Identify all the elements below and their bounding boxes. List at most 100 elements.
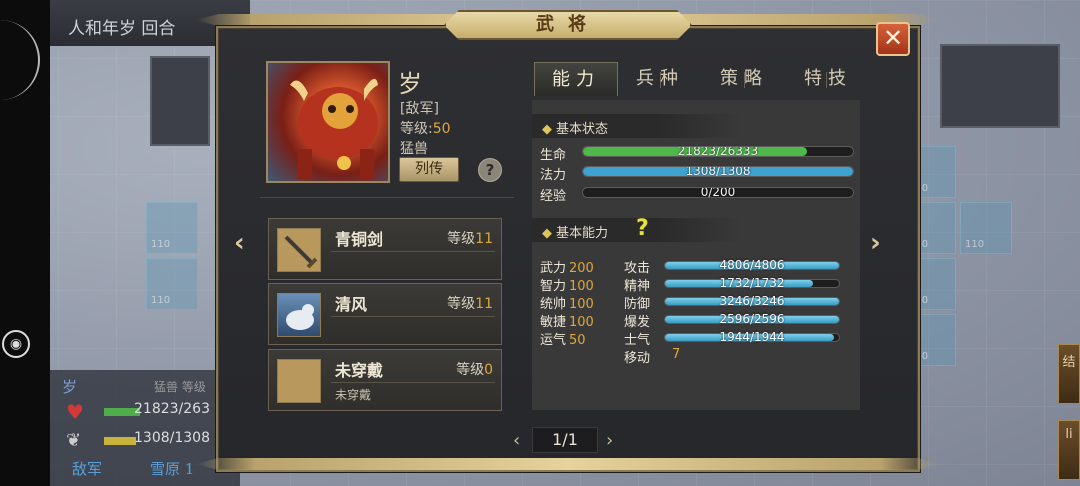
ability-help-icon[interactable]: ? <box>636 216 649 241</box>
equipment-slot[interactable]: 清风 等级11 <box>268 283 502 345</box>
general-faction: [敌军] <box>400 101 439 117</box>
equipment-level-label: 等级 <box>447 231 476 247</box>
general-level-value: 50 <box>432 121 451 137</box>
page-indicator: 1/1 <box>532 427 598 453</box>
attribute-value: 50 <box>569 333 586 348</box>
empty-slot-icon <box>277 359 321 403</box>
tab-bar: 能力 兵种 策略 特技 <box>534 62 860 96</box>
stat-bar-text: 1944/1944 <box>719 330 785 344</box>
equipment-slot[interactable]: 青铜剑 等级11 <box>268 218 502 280</box>
unit-terrain: 雪原 1 <box>150 460 195 478</box>
tab-skills[interactable]: 特技 <box>786 62 870 96</box>
equipment-name: 清风 <box>335 295 368 314</box>
dialog-title: 武将 <box>444 10 692 40</box>
basic-ability-title: 基本能力 <box>556 226 609 241</box>
screen-edge: ◉ <box>0 0 50 486</box>
bronze-sword-icon <box>277 228 321 272</box>
attribute-value: 100 <box>569 297 594 312</box>
diamond-icon: ◆ <box>542 122 552 137</box>
status-bar: 1308/1308 <box>582 166 854 177</box>
attribute-label: 智力 <box>540 279 567 294</box>
tab-ability[interactable]: 能力 <box>534 62 618 96</box>
equipment-level: 等级11 <box>447 293 493 313</box>
general-name: 岁 <box>398 70 422 98</box>
menu-button[interactable]: li <box>1058 420 1080 480</box>
stat-label: 士气 <box>624 333 651 348</box>
dialog-bottom-ornament <box>196 458 940 470</box>
attribute: 武力 200 <box>540 257 594 276</box>
tab-strategy[interactable]: 策略 <box>702 62 786 96</box>
general-dialog: 武将 ✕ ‹ › 岁 [敌军] 等级:50 猛兽 列传 ? 青铜剑 等级11 清风等… <box>196 10 940 472</box>
attribute-value: 100 <box>569 315 594 330</box>
general-level: 等级:50 <box>400 118 451 138</box>
status-label: 经验 <box>540 189 567 204</box>
unit-camp: 敌军 <box>72 460 103 478</box>
close-x-icon: ✕ <box>882 24 904 52</box>
fortress <box>940 44 1060 128</box>
end-turn-button[interactable]: 结 <box>1058 344 1080 404</box>
attribute: 敏捷 100 <box>540 311 594 330</box>
equipment-level: 等级11 <box>447 228 493 248</box>
camera-icon: ◉ <box>2 330 30 358</box>
attribute-value: 200 <box>569 261 594 276</box>
screen-curve <box>0 20 40 100</box>
biography-button[interactable]: 列传 <box>399 157 459 182</box>
pager-next-icon[interactable]: › <box>606 430 613 451</box>
equipment-slot[interactable]: 未穿戴 等级0 未穿戴 <box>268 349 502 411</box>
divider <box>260 197 514 198</box>
status-label: 法力 <box>540 168 567 183</box>
stat-bar: 1732/1732 <box>664 276 840 290</box>
help-button[interactable]: ? <box>478 158 502 182</box>
status-bar-text: 1308/1308 <box>685 166 751 177</box>
attribute-label: 统帅 <box>540 297 567 312</box>
stat-bar-text: 3246/3246 <box>719 294 785 308</box>
equipment-level-value: 11 <box>475 296 493 312</box>
attribute: 统帅 100 <box>540 293 594 312</box>
close-button[interactable]: ✕ <box>876 22 910 56</box>
attribute-label: 武力 <box>540 261 567 276</box>
stat-label: 防御 <box>624 297 651 312</box>
status-bar: 21823/26333 <box>582 146 854 157</box>
next-general-arrow-icon[interactable]: › <box>870 228 881 258</box>
attribute-label: 运气 <box>540 333 567 348</box>
ability-panel: ◆ 基本状态 生命 21823/26333 法力 1308/1308 经验 0/200 ◆ 基… <box>532 100 860 410</box>
pager-prev-icon[interactable]: ‹ <box>513 430 520 451</box>
attribute: 智力 100 <box>540 275 594 294</box>
beast-portrait-icon <box>290 78 378 179</box>
end-turn-label: 结 <box>1062 355 1076 370</box>
basic-status-header: ◆ 基本状态 <box>532 114 742 138</box>
stat-bar-text: 1732/1732 <box>719 276 785 290</box>
map-tile: 110 <box>146 258 198 310</box>
equipment-level-value: 0 <box>484 362 493 378</box>
stat-label: 爆发 <box>624 315 651 330</box>
stat-bar: 2596/2596 <box>664 312 840 326</box>
equipment-name: 未穿戴 <box>335 361 384 380</box>
move-value: 7 <box>672 347 681 362</box>
equipment-level-label: 等级 <box>447 296 476 312</box>
basic-ability-header: ◆ 基本能力 ? <box>532 216 742 242</box>
stat-bar-text: 2596/2596 <box>719 312 785 326</box>
map-tile: 110 <box>960 202 1012 254</box>
general-class: 猛兽 <box>400 141 428 157</box>
status-label: 生命 <box>540 148 567 163</box>
equipment-sub: 未穿戴 <box>335 388 372 402</box>
equipment-underline <box>331 316 495 317</box>
equipment-level-value: 11 <box>475 231 493 247</box>
stat-label: 攻击 <box>624 261 651 276</box>
map-tile: 110 <box>146 202 198 254</box>
equipment-name: 青铜剑 <box>335 230 384 249</box>
equipment-underline <box>331 251 495 252</box>
status-bar-text: 0/200 <box>700 187 736 198</box>
diamond-icon: ◆ <box>542 226 552 241</box>
attribute: 运气 50 <box>540 329 586 348</box>
menu-label: li <box>1065 427 1073 442</box>
heart-icon: ♥ <box>66 400 84 424</box>
equipment-level: 等级0 <box>456 359 493 379</box>
tab-troops[interactable]: 兵种 <box>618 62 702 96</box>
attribute-label: 敏捷 <box>540 315 567 330</box>
prev-general-arrow-icon[interactable]: ‹ <box>234 228 245 258</box>
stat-bar: 1944/1944 <box>664 330 840 344</box>
basic-status-title: 基本状态 <box>556 122 609 137</box>
stat-label: 精神 <box>624 279 651 294</box>
stat-bar: 3246/3246 <box>664 294 840 308</box>
